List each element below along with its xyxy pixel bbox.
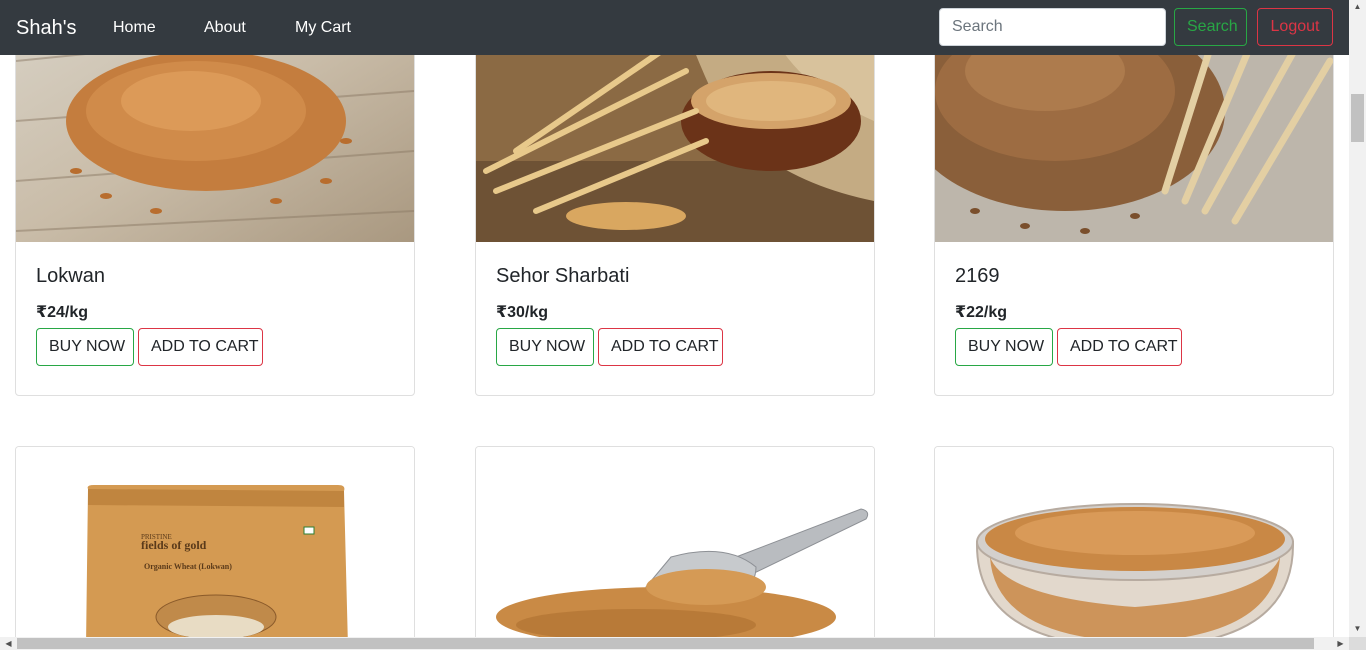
product-image[interactable] [935, 447, 1333, 645]
package-brand: fields of gold [141, 538, 207, 552]
product-card: PRISTINE fields of gold Organic Wheat (L… [15, 446, 415, 646]
product-name: Sehor Sharbati [496, 265, 630, 287]
scroll-left-arrow-icon[interactable]: ◀ [0, 637, 17, 650]
product-card [475, 446, 875, 646]
buy-now-button[interactable]: BUY NOW [36, 328, 134, 366]
horizontal-scrollbar[interactable]: ◀ ▶ [0, 637, 1349, 650]
buy-now-button[interactable]: BUY NOW [496, 328, 594, 366]
add-to-cart-button[interactable]: ADD TO CART [598, 328, 723, 366]
brand-logo[interactable]: Shah's [16, 0, 77, 56]
product-card [934, 446, 1334, 646]
buy-now-button[interactable]: BUY NOW [955, 328, 1053, 366]
vertical-scroll-thumb[interactable] [1351, 94, 1364, 142]
product-name: Lokwan [36, 265, 105, 287]
product-price: ₹30/kg [496, 304, 549, 321]
search-input[interactable] [939, 8, 1166, 46]
product-name: 2169 [955, 265, 1000, 287]
scroll-down-arrow-icon[interactable]: ▼ [1349, 622, 1366, 635]
product-price: ₹24/kg [36, 304, 89, 321]
product-card: Lokwan ₹24/kg BUY NOW ADD TO CART [15, 0, 415, 396]
nav-link-about[interactable]: About [204, 0, 246, 56]
scrollbar-corner [1349, 637, 1366, 650]
product-image[interactable]: PRISTINE fields of gold Organic Wheat (L… [16, 447, 414, 645]
product-card: 2169 ₹22/kg BUY NOW ADD TO CART [934, 0, 1334, 396]
navbar: Shah's Home About My Cart Search Logout [0, 0, 1349, 55]
add-to-cart-button[interactable]: ADD TO CART [138, 328, 263, 366]
scroll-right-arrow-icon[interactable]: ▶ [1332, 637, 1349, 650]
product-image[interactable] [476, 447, 874, 645]
product-card: Sehor Sharbati ₹30/kg BUY NOW ADD TO CAR… [475, 0, 875, 396]
scroll-up-arrow-icon[interactable]: ▲ [1349, 0, 1366, 13]
nav-link-my-cart[interactable]: My Cart [295, 0, 351, 56]
add-to-cart-button[interactable]: ADD TO CART [1057, 328, 1182, 366]
horizontal-scroll-thumb[interactable] [17, 638, 1314, 649]
vertical-scrollbar[interactable]: ▲ ▼ [1349, 0, 1366, 637]
product-price: ₹22/kg [955, 304, 1008, 321]
search-button[interactable]: Search [1174, 8, 1247, 46]
nav-link-home[interactable]: Home [113, 0, 156, 56]
logout-button[interactable]: Logout [1257, 8, 1333, 46]
package-product: Organic Wheat (Lokwan) [144, 562, 232, 571]
